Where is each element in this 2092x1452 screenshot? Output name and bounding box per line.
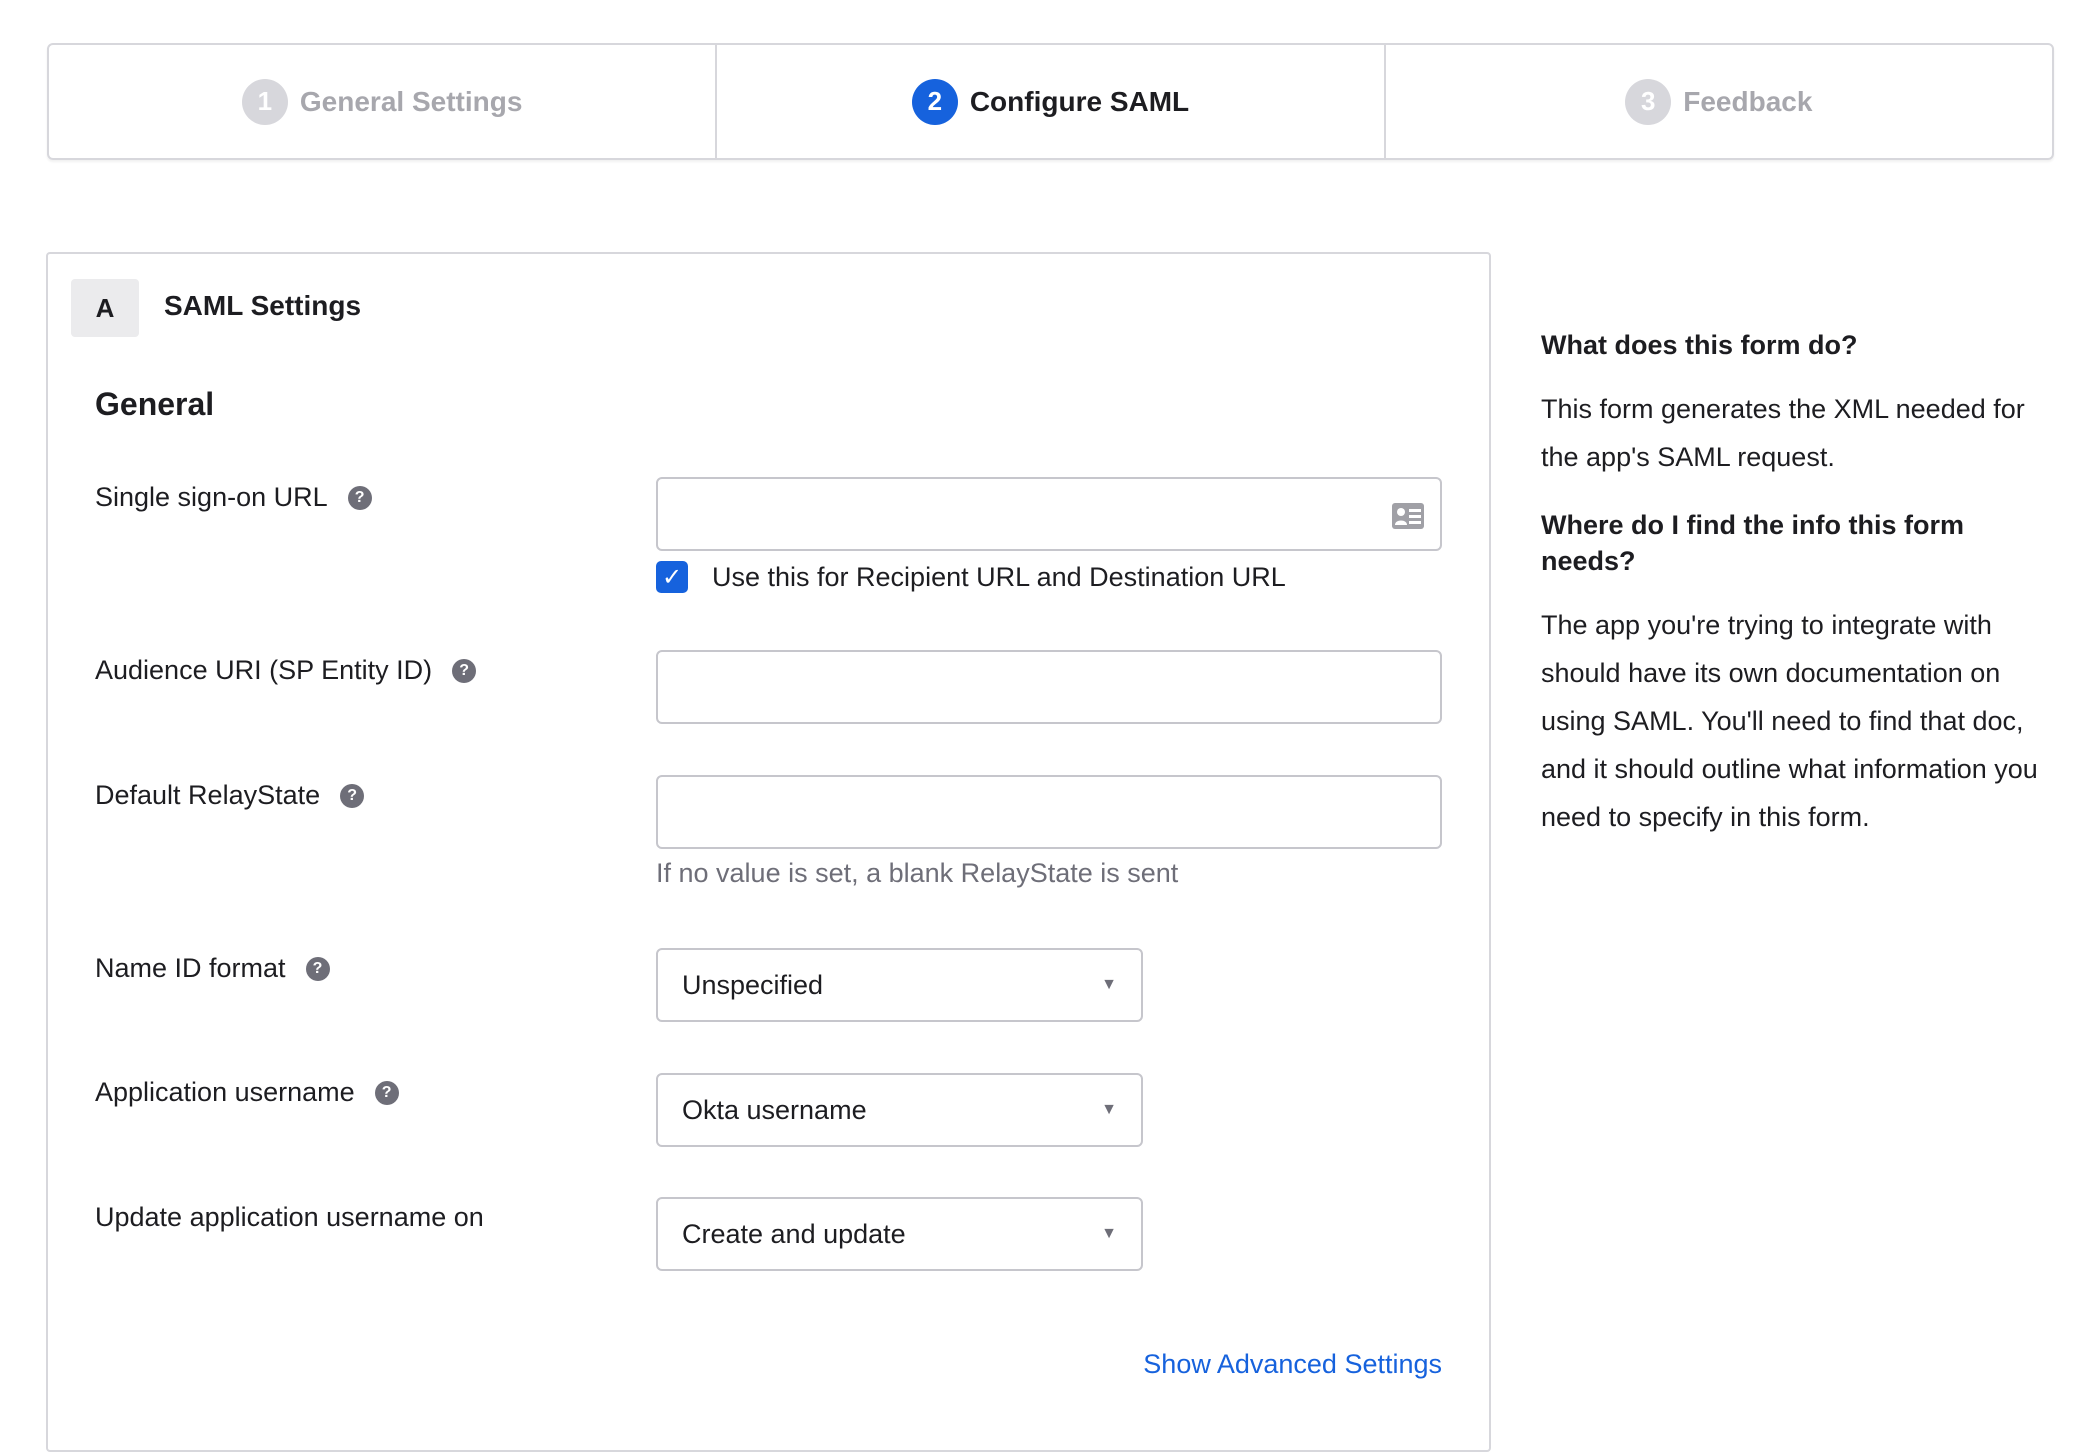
- select-value: Okta username: [682, 1094, 867, 1125]
- audience-uri-input[interactable]: [656, 650, 1442, 724]
- help-icon[interactable]: ?: [347, 485, 372, 510]
- label-text: Name ID format: [95, 953, 286, 983]
- wizard-steps: 1 General Settings 2 Configure SAML 3 Feedb…: [47, 43, 2054, 160]
- sso-url-input[interactable]: [656, 477, 1442, 551]
- sso-url-label: Single sign-on URL?: [95, 482, 372, 513]
- label-text: Single sign-on URL: [95, 482, 328, 512]
- caret-down-icon: ▼: [1101, 1225, 1117, 1242]
- label-text: Default RelayState: [95, 780, 321, 810]
- label-text: Update application username on: [95, 1202, 484, 1232]
- step-label: General Settings: [299, 85, 523, 117]
- relaystate-label: Default RelayState?: [95, 780, 365, 811]
- application-username-select[interactable]: Okta username ▼: [656, 1073, 1143, 1147]
- help-question-2: Where do I find the info this form needs…: [1541, 510, 1964, 576]
- help-answer-2: The app you're trying to integrate with …: [1541, 610, 2038, 832]
- step-general-settings[interactable]: 1 General Settings: [49, 45, 715, 158]
- application-username-label: Application username?: [95, 1077, 399, 1108]
- help-sidebar: What does this form do? This form genera…: [1541, 327, 2051, 841]
- contact-card-icon[interactable]: [1392, 503, 1424, 529]
- step-label: Feedback: [1683, 85, 1813, 117]
- section-letter: A: [71, 279, 139, 337]
- help-icon[interactable]: ?: [305, 956, 330, 981]
- relaystate-hint: If no value is set, a blank RelayState i…: [656, 858, 1179, 888]
- section-title: SAML Settings: [164, 290, 362, 321]
- caret-down-icon: ▼: [1101, 1101, 1117, 1118]
- step-number: 3: [1625, 78, 1672, 125]
- help-icon[interactable]: ?: [452, 658, 477, 683]
- select-value: Create and update: [682, 1218, 906, 1249]
- help-question-1: What does this form do?: [1541, 330, 1858, 360]
- step-label: Configure SAML: [969, 85, 1190, 117]
- step-configure-saml[interactable]: 2 Configure SAML: [715, 45, 1383, 158]
- caret-down-icon: ▼: [1101, 976, 1117, 993]
- saml-settings-panel: [46, 252, 1491, 1452]
- show-advanced-settings-link[interactable]: Show Advanced Settings: [1143, 1346, 1442, 1382]
- step-number: 1: [241, 78, 288, 125]
- step-feedback[interactable]: 3 Feedback: [1383, 45, 2052, 158]
- help-answer-1: This form generates the XML needed for t…: [1541, 394, 2025, 472]
- relaystate-input[interactable]: [656, 775, 1442, 849]
- recipient-checkbox[interactable]: ✓: [656, 561, 688, 593]
- label-text: Application username: [95, 1077, 355, 1107]
- help-icon[interactable]: ?: [374, 1080, 399, 1105]
- name-id-format-select[interactable]: Unspecified ▼: [656, 948, 1143, 1022]
- general-heading: General: [95, 386, 215, 422]
- update-username-on-select[interactable]: Create and update ▼: [656, 1197, 1143, 1271]
- help-icon[interactable]: ?: [340, 783, 365, 808]
- name-id-format-label: Name ID format?: [95, 953, 330, 984]
- select-value: Unspecified: [682, 969, 824, 1000]
- recipient-checkbox-label: Use this for Recipient URL and Destinati…: [712, 562, 1286, 592]
- update-username-on-label: Update application username on: [95, 1202, 484, 1233]
- label-text: Audience URI (SP Entity ID): [95, 655, 433, 685]
- step-number: 2: [911, 78, 958, 125]
- audience-uri-label: Audience URI (SP Entity ID)?: [95, 655, 477, 686]
